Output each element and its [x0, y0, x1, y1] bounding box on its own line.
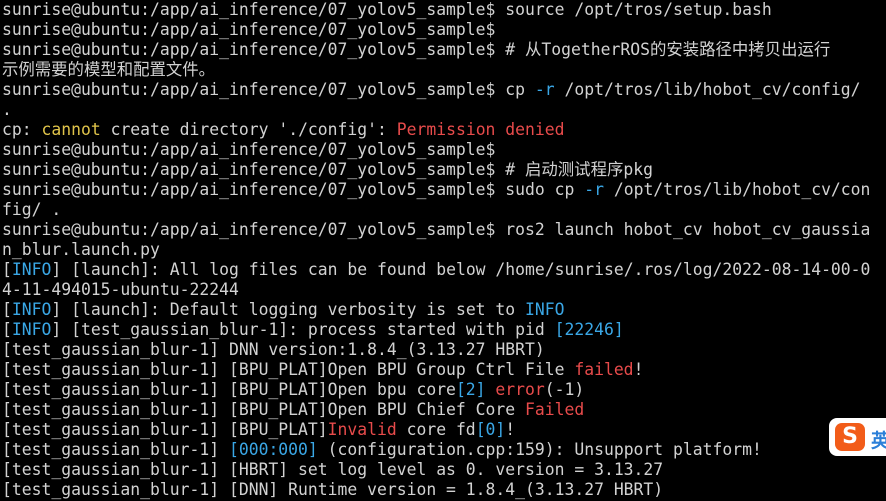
terminal-line: sunrise@ubuntu:/app/ai_inference/07_yolo… — [2, 20, 886, 40]
terminal-text-segment: [test_gaussian_blur-1] DNN version:1.8.4… — [2, 340, 545, 359]
terminal-text-segment: sunrise@ubuntu:/app/ai_inference/07_yolo… — [2, 80, 535, 99]
terminal-text-segment: [test_gaussian_blur-1] [BPU_PLAT] — [2, 420, 328, 439]
terminal-text-segment: [000:000] — [228, 440, 318, 459]
terminal-text-segment: cannot — [41, 120, 101, 139]
terminal-text-segment: sunrise@ubuntu:/app/ai_inference/07_yolo… — [2, 0, 772, 19]
terminal-text-segment: sunrise@ubuntu:/app/ai_inference/07_yolo… — [2, 20, 496, 39]
terminal-line: [test_gaussian_blur-1] [BPU_PLAT]Open BP… — [2, 400, 886, 420]
terminal-line: fig/ . — [2, 200, 886, 220]
terminal-line: 4-11-494015-ubuntu-22244 — [2, 280, 886, 300]
terminal-text-segment: ] [launch]: Default logging verbosity is… — [51, 300, 526, 319]
terminal-text-segment: [test_gaussian_blur-1] [BPU_PLAT]Open BP… — [2, 400, 526, 419]
terminal-line: sunrise@ubuntu:/app/ai_inference/07_yolo… — [2, 160, 886, 180]
terminal-line: sunrise@ubuntu:/app/ai_inference/07_yolo… — [2, 220, 886, 240]
terminal-text-segment: /opt/tros/lib/hobot_cv/con — [603, 180, 871, 199]
terminal-line: [test_gaussian_blur-1] [BPU_PLAT]Open bp… — [2, 380, 886, 400]
terminal-text-segment: ] [test_gaussian_blur-1]: process starte… — [51, 320, 555, 339]
terminal-text-segment: -r — [534, 80, 555, 99]
terminal-text-segment: error — [495, 380, 545, 399]
terminal-line: sunrise@ubuntu:/app/ai_inference/07_yolo… — [2, 40, 886, 60]
terminal-line: 示例需要的模型和配置文件。 — [2, 60, 886, 80]
terminal-text-segment: sunrise@ubuntu:/app/ai_inference/07_yolo… — [2, 180, 585, 199]
terminal-line: sunrise@ubuntu:/app/ai_inference/07_yolo… — [2, 80, 886, 100]
terminal-text-segment: INFO — [11, 320, 52, 339]
terminal-text-segment: [22246] — [554, 320, 624, 339]
terminal-text-segment: [ — [2, 300, 12, 319]
terminal-line: [test_gaussian_blur-1] [DNN] Runtime ver… — [2, 480, 886, 500]
terminal-text-segment: [test_gaussian_blur-1] [HBRT] set log le… — [2, 460, 664, 479]
terminal-text-segment: [test_gaussian_blur-1] — [2, 440, 229, 459]
terminal-text-segment: create directory './config': — [100, 120, 397, 139]
terminal-text-segment: INFO — [525, 300, 565, 319]
terminal-line: [test_gaussian_blur-1] [HBRT] set log le… — [2, 460, 886, 480]
terminal-text-segment: . — [2, 100, 12, 119]
terminal-text-segment: fig/ . — [2, 200, 62, 219]
terminal-line: [test_gaussian_blur-1] DNN version:1.8.4… — [2, 340, 886, 360]
terminal-line: sunrise@ubuntu:/app/ai_inference/07_yolo… — [2, 140, 886, 160]
terminal-text-segment: ! — [633, 360, 644, 379]
terminal-text-segment: [ — [2, 260, 12, 279]
sogou-ime-logo-icon[interactable]: S — [835, 423, 865, 451]
terminal-text-segment: sunrise@ubuntu:/app/ai_inference/07_yolo… — [2, 160, 653, 179]
terminal-text-segment: [ — [2, 320, 12, 339]
terminal-line: [test_gaussian_blur-1] [BPU_PLAT]Invalid… — [2, 420, 886, 440]
terminal-text-segment: ] [launch]: All log files can be found b… — [51, 260, 871, 279]
terminal-text-segment: 示例需要的模型和配置文件。 — [2, 60, 216, 79]
terminal-text-segment: (configuration.cpp:159): Unsupport platf… — [317, 440, 762, 459]
terminal-text-segment: 4-11-494015-ubuntu-22244 — [2, 280, 239, 299]
terminal-line: sunrise@ubuntu:/app/ai_inference/07_yolo… — [2, 180, 886, 200]
terminal-text-segment: Permission denied — [396, 120, 565, 139]
terminal-text-segment: sunrise@ubuntu:/app/ai_inference/07_yolo… — [2, 40, 831, 59]
terminal-text-segment: INFO — [11, 260, 52, 279]
terminal-text-segment: [test_gaussian_blur-1] [BPU_PLAT]Open BP… — [2, 360, 575, 379]
terminal-text-segment: core fd — [396, 420, 476, 439]
terminal-text-segment: /opt/tros/lib/hobot_cv/config/ — [554, 80, 861, 99]
terminal-line: [test_gaussian_blur-1] [000:000] (config… — [2, 440, 886, 460]
terminal-line: n_blur.launch.py — [2, 240, 886, 260]
terminal-text-segment: [0] — [475, 420, 506, 439]
terminal-text-segment: sunrise@ubuntu:/app/ai_inference/07_yolo… — [2, 140, 496, 159]
terminal-text-segment: Failed — [525, 400, 585, 419]
terminal-text-segment: cp: — [2, 120, 42, 139]
terminal-text-segment: [test_gaussian_blur-1] [BPU_PLAT]Open bp… — [2, 380, 456, 399]
terminal-text-segment: sunrise@ubuntu:/app/ai_inference/07_yolo… — [2, 220, 871, 239]
terminal-output[interactable]: sunrise@ubuntu:/app/ai_inference/07_yolo… — [0, 0, 886, 501]
terminal-text-segment: [test_gaussian_blur-1] [DNN] Runtime ver… — [2, 480, 664, 499]
ime-language-mode-toggle[interactable]: 英 — [871, 426, 886, 453]
ime-toolbar[interactable]: S 英 — [829, 418, 886, 456]
terminal-text-segment: INFO — [11, 300, 52, 319]
terminal-text-segment: [2] — [455, 380, 486, 399]
terminal-text-segment: ! — [505, 420, 516, 439]
terminal-line: . — [2, 100, 886, 120]
terminal-text-segment: (-1) — [544, 380, 585, 399]
terminal-line: [INFO] [test_gaussian_blur-1]: process s… — [2, 320, 886, 340]
terminal-line: cp: cannot create directory './config': … — [2, 120, 886, 140]
terminal-line: [test_gaussian_blur-1] [BPU_PLAT]Open BP… — [2, 360, 886, 380]
terminal-text-segment: -r — [584, 180, 604, 199]
terminal-line: [INFO] [launch]: Default logging verbosi… — [2, 300, 886, 320]
terminal-text-segment: n_blur.launch.py — [2, 240, 160, 259]
terminal-text-segment: failed — [574, 360, 634, 379]
terminal-line: [INFO] [launch]: All log files can be fo… — [2, 260, 886, 280]
terminal-text-segment: Invalid — [327, 420, 397, 439]
terminal-line: sunrise@ubuntu:/app/ai_inference/07_yolo… — [2, 0, 886, 20]
